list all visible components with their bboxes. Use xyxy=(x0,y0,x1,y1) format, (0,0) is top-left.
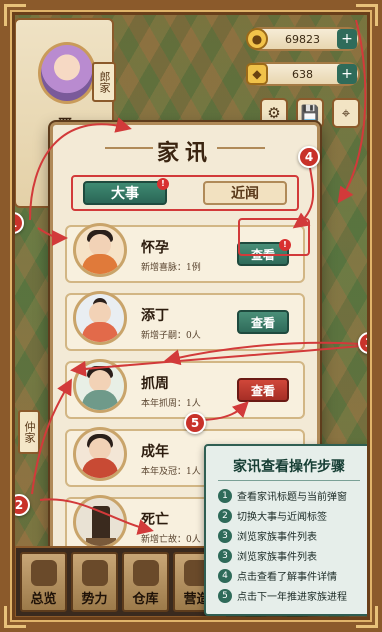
event-title: 添丁 xyxy=(141,308,169,324)
add-ingots-button[interactable]: + xyxy=(337,64,357,84)
influence-icon xyxy=(81,560,108,586)
step-number: 3 xyxy=(218,548,232,563)
view-button-highlight xyxy=(238,218,310,256)
nav-influence-label: 势力 xyxy=(81,592,108,607)
step-row: 2 切换大事与近闻标签 xyxy=(218,508,368,523)
event-title: 死亡 xyxy=(141,512,169,528)
event-subtitle: 新增喜脉：1例 xyxy=(141,263,201,273)
annotation-marker-3: 3 xyxy=(358,332,380,354)
coin-value: 69823 xyxy=(285,32,320,46)
step-number: 4 xyxy=(218,568,232,583)
ingot-value: 638 xyxy=(292,67,313,81)
step-row: 1 查看家讯标题与当前弹窗 xyxy=(218,488,368,503)
steps-panel: 家讯查看操作步骤 1 查看家讯标题与当前弹窗 2 切换大事与近闻标签 3 浏览家… xyxy=(204,444,374,616)
tab-recent-news-label: 近闻 xyxy=(231,186,259,202)
ingot-counter: ◆ 638 + xyxy=(246,62,360,86)
event-subtitle: 本年抓周：1人 xyxy=(141,399,201,409)
frame-corner-ornament xyxy=(4,4,26,26)
frame-corner-ornament xyxy=(4,606,26,628)
event-title: 成年 xyxy=(141,444,169,460)
view-button-label: 查看 xyxy=(250,315,275,330)
house-tag[interactable]: 郎家 xyxy=(92,62,116,102)
warehouse-icon xyxy=(132,560,159,586)
add-coins-button[interactable]: + xyxy=(337,29,357,49)
overview-icon xyxy=(30,560,57,586)
step-text: 点击查看了解事件详情 xyxy=(237,572,337,583)
annotation-marker-2: 2 xyxy=(8,494,30,516)
memorial-tablet-icon xyxy=(73,495,127,549)
step-number: 3 xyxy=(218,528,232,543)
event-title: 怀孕 xyxy=(141,240,169,256)
step-text: 浏览家族事件列表 xyxy=(237,552,317,563)
event-subtitle: 新增子嗣：0人 xyxy=(141,331,201,341)
modal-title: 家讯 xyxy=(156,140,213,166)
coin-icon: ● xyxy=(246,28,268,50)
step-row: 3 浏览家族事件列表 xyxy=(218,528,368,543)
step-text: 点击下一年推进家族进程 xyxy=(237,592,347,603)
step-text: 切换大事与近闻标签 xyxy=(237,512,327,523)
step-number: 2 xyxy=(218,508,232,523)
character-avatar[interactable] xyxy=(38,42,96,104)
step-text: 浏览家族事件列表 xyxy=(237,532,317,543)
location-icon[interactable]: ⌖ xyxy=(332,98,360,128)
frame-corner-ornament xyxy=(356,4,378,26)
nav-warehouse[interactable]: 仓库 xyxy=(122,552,169,612)
step-number: 1 xyxy=(218,488,232,503)
view-button-label: 查看 xyxy=(250,383,275,398)
coin-counter: ● 69823 + xyxy=(246,27,360,51)
title-ornament-right xyxy=(217,147,265,149)
step-text: 查看家讯标题与当前弹窗 xyxy=(237,492,347,503)
steps-divider xyxy=(218,480,360,481)
annotation-marker-5: 5 xyxy=(184,412,206,434)
step-row: 3 浏览家族事件列表 xyxy=(218,548,368,563)
event-subtitle: 新增亡故：0人 xyxy=(141,535,201,545)
step-row: 5 点击下一年推进家族进程 xyxy=(218,588,368,603)
tab-notification-badge: ! xyxy=(157,178,169,190)
tab-major-events[interactable]: 大事 ! xyxy=(83,178,169,205)
adulthood-portrait xyxy=(73,427,127,481)
tab-major-events-label: 大事 xyxy=(111,186,139,202)
step-number: 5 xyxy=(218,588,232,603)
view-zhuazhou-button[interactable]: 查看 xyxy=(237,378,289,402)
step-row: 4 点击查看了解事件详情 xyxy=(218,568,368,583)
nav-overview[interactable]: 总览 xyxy=(20,552,67,612)
annotation-marker-1: 1 xyxy=(2,212,24,234)
event-subtitle: 本年及冠：1人 xyxy=(141,467,201,477)
view-newborn-button[interactable]: 查看 xyxy=(237,310,289,334)
pregnancy-portrait xyxy=(73,223,127,277)
bottom-nav: 总览 势力 仓库 营造 xyxy=(14,546,226,618)
event-item-newborn: 添丁 新增子嗣：0人 查看 xyxy=(65,291,305,351)
annotation-marker-4: 4 xyxy=(298,146,320,168)
steps-title: 家讯查看操作步骤 xyxy=(233,459,345,475)
event-title: 抓周 xyxy=(141,376,169,392)
ingot-icon: ◆ xyxy=(246,63,268,85)
nav-warehouse-label: 仓库 xyxy=(132,592,159,607)
newborn-portrait xyxy=(73,291,127,345)
nav-influence[interactable]: 势力 xyxy=(71,552,118,612)
frame-corner-ornament xyxy=(356,606,378,628)
event-item-zhuazhou: 抓周 本年抓周：1人 查看 xyxy=(65,359,305,419)
nav-overview-label: 总览 xyxy=(30,592,57,607)
side-house-tag[interactable]: 仲家 xyxy=(18,410,40,454)
tabs-highlight: 大事 ! 近闻 xyxy=(71,175,299,211)
zhuazhou-portrait xyxy=(73,359,127,413)
tab-recent-news[interactable]: 近闻 xyxy=(203,181,287,205)
